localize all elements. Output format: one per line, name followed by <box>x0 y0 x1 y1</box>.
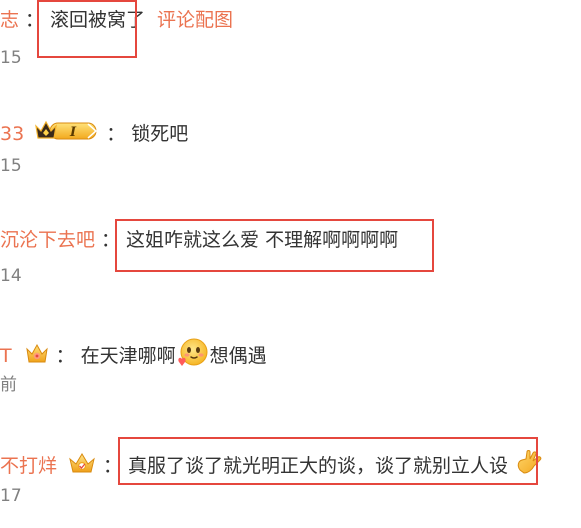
comment-time: 前 <box>0 375 17 395</box>
comment-text: 这姐咋就这么爱 不理解啊啊啊啊 <box>126 229 399 251</box>
comment-time: 17 <box>0 486 22 506</box>
crown-level-badge-icon[interactable]: I <box>34 118 100 150</box>
comment-text: 在天津哪啊 <box>80 345 176 367</box>
comment-text: 真服了谈了就光明正大的谈，谈了就别立人设 <box>128 455 509 477</box>
comment-line: 沉沦下去吧 ： 这姐咋就这么爱 不理解啊啊啊啊 <box>0 228 398 252</box>
comment-text-after: 想偶遇 <box>209 345 267 367</box>
crown-badge-icon[interactable] <box>67 449 97 483</box>
comment-username[interactable]: 沉沦下去吧 <box>0 228 95 252</box>
comment-username[interactable]: T <box>0 344 12 368</box>
svg-text:I: I <box>69 125 77 140</box>
comment-colon: ： <box>55 345 75 367</box>
comment-colon: ： <box>103 455 123 477</box>
comment-line: 33 I ： 锁死吧 <box>0 118 188 150</box>
comment-time: 14 <box>0 266 22 286</box>
comment-time: 15 <box>0 48 22 68</box>
comment-time: 15 <box>0 156 22 176</box>
comment-username[interactable]: 33 <box>0 122 24 146</box>
comment-colon: ： <box>101 229 121 251</box>
comment-image-link[interactable]: 评论配图 <box>157 8 233 32</box>
comment-username[interactable]: 不打烊 <box>0 454 57 478</box>
comment-line: T ： 在天津哪啊 想偶遇 <box>0 336 267 376</box>
comment-line: 不打烊 ： 真服了谈了就光明正大的谈，谈了就别立人设 <box>0 448 546 484</box>
comment-text: 锁死吧 <box>131 123 189 145</box>
comment-colon: ： <box>106 123 126 145</box>
comment-text: 滚回被窝了 <box>50 9 146 31</box>
crown-badge-icon[interactable] <box>24 340 50 372</box>
blush-emoji-icon <box>176 336 210 376</box>
hand-emoji-icon <box>514 448 546 484</box>
comment-username[interactable]: 志 <box>0 8 19 32</box>
comment-line: 志 ： 滚回被窝了 评论配图 <box>0 8 233 32</box>
comment-colon: ： <box>25 9 45 31</box>
